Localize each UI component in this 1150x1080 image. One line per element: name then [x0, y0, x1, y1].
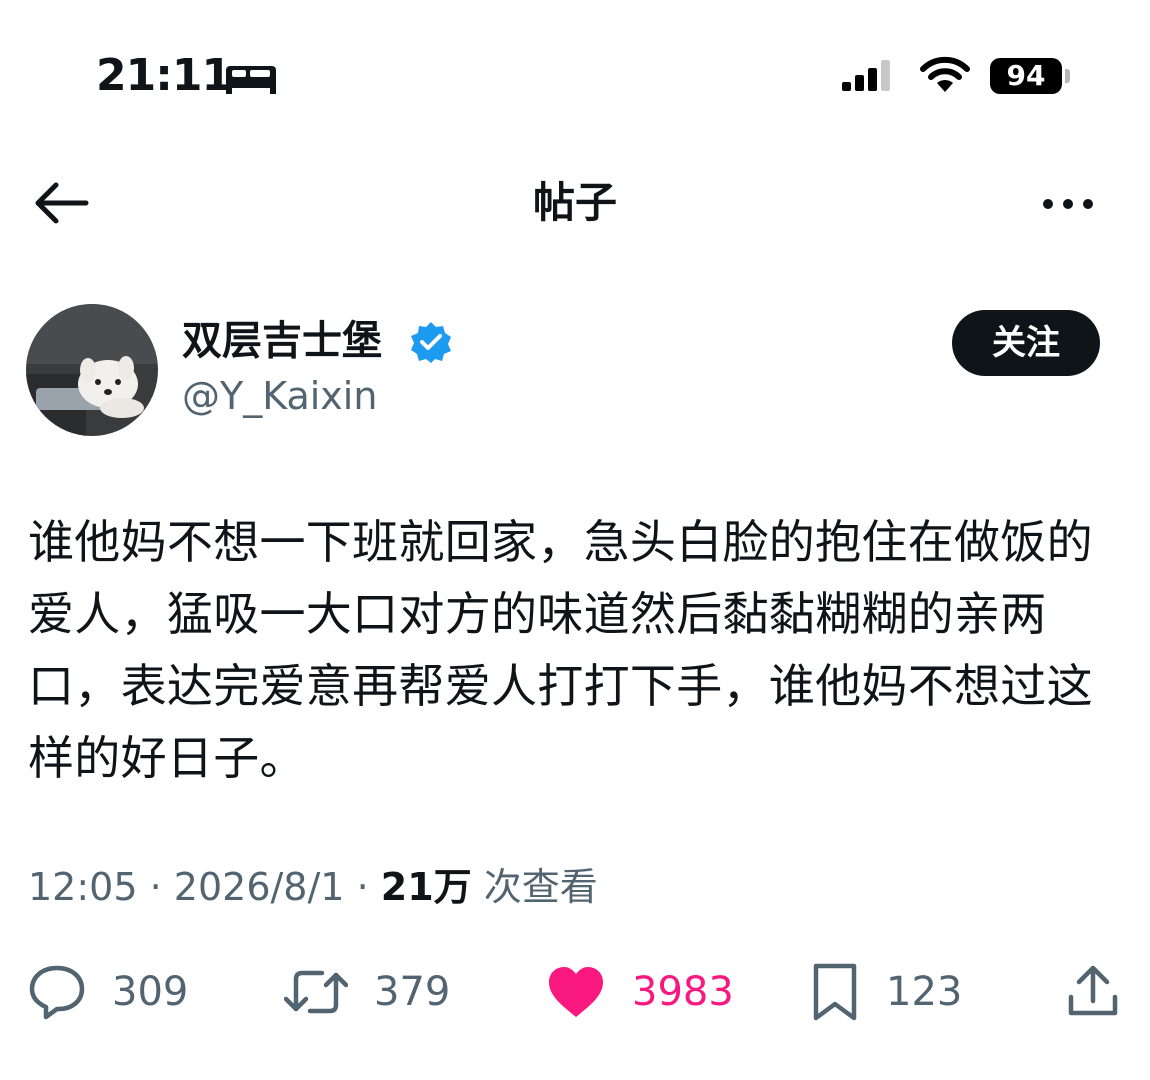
- repost-count: 379: [374, 969, 451, 1015]
- post-date: 2026/8/1: [173, 865, 345, 909]
- reply-icon: [29, 965, 85, 1020]
- wifi-icon: [920, 56, 970, 92]
- bed-icon: [226, 66, 276, 94]
- battery-icon: 94: [990, 56, 1076, 96]
- views-label: 次查看: [483, 865, 598, 909]
- heart-filled-icon: [549, 967, 603, 1017]
- status-time: 21:11: [96, 50, 232, 101]
- cellular-signal-icon: [842, 60, 890, 91]
- bookmark-count: 123: [886, 969, 963, 1015]
- author-handle[interactable]: @Y_Kaixin: [182, 372, 377, 420]
- battery-tip: [1065, 69, 1070, 83]
- author-display-name[interactable]: 双层吉士堡: [182, 316, 382, 366]
- reply-count: 309: [112, 969, 189, 1015]
- bookmark-button[interactable]: 123: [810, 960, 962, 1024]
- post-time: 12:05: [28, 865, 138, 909]
- like-button[interactable]: 3983: [546, 960, 734, 1024]
- page-title: 帖子: [532, 178, 617, 227]
- bookmark-icon: [813, 963, 857, 1021]
- share-icon: [1068, 965, 1118, 1016]
- repost-button[interactable]: 379: [284, 960, 450, 1024]
- battery-level: 94: [990, 58, 1062, 94]
- more-horizontal-icon[interactable]: [1038, 184, 1098, 224]
- post-text: 谁他妈不想一下班就回家，急头白脸的抱住在做饭的爱人，猛吸一大口对方的味道然后黏黏…: [28, 515, 1093, 785]
- verified-badge-icon: [411, 322, 451, 363]
- dog-photo-avatar: [26, 304, 158, 436]
- follow-button[interactable]: 关注: [952, 310, 1100, 376]
- meta-separator: ·: [149, 865, 162, 909]
- reply-button[interactable]: 309: [28, 960, 188, 1024]
- views-count[interactable]: 21万: [381, 865, 472, 909]
- meta-separator: ·: [356, 865, 369, 909]
- post-meta: 12:05 · 2026/8/1 · 21万 次查看: [28, 862, 598, 912]
- share-button[interactable]: [1066, 960, 1120, 1024]
- like-count: 3983: [632, 969, 734, 1015]
- repost-icon: [284, 970, 348, 1014]
- avatar[interactable]: [26, 304, 158, 436]
